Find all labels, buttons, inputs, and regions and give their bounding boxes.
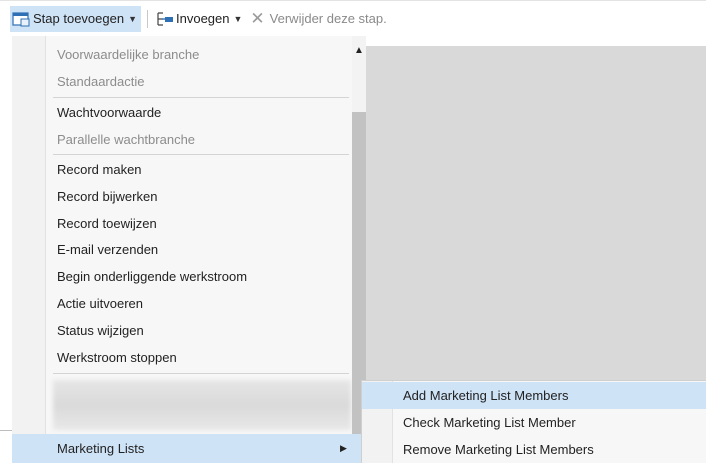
canvas-top-strip: [366, 36, 706, 46]
menu-item-create-record[interactable]: Record maken: [57, 156, 142, 183]
menu-item-change-status[interactable]: Status wijzigen: [57, 317, 144, 344]
menu-item-conditional-branch[interactable]: Voorwaardelijke branche: [57, 41, 199, 68]
insert-icon: [156, 11, 174, 27]
divider-line: [0, 430, 12, 431]
submenu-item-remove-members[interactable]: Remove Marketing List Members: [362, 436, 706, 463]
menu-item-send-email[interactable]: E-mail verzenden: [57, 236, 158, 263]
menu-item-start-child-workflow[interactable]: Begin onderliggende werkstroom: [57, 263, 247, 290]
delete-x-icon: ✕: [250, 8, 265, 28]
chevron-down-icon: ▼: [128, 13, 137, 24]
toolbar-separator: [147, 9, 148, 28]
scroll-up-arrow-icon[interactable]: ▲: [352, 44, 366, 58]
chevron-down-icon: ▼: [233, 13, 243, 24]
menu-divider: [53, 154, 349, 155]
toolbar: Stap toevoegen ▼ Invoegen ▼ ✕ Verwijder …: [0, 0, 706, 36]
menu-item-stop-workflow[interactable]: Werkstroom stoppen: [57, 344, 177, 371]
menu-item-update-record[interactable]: Record bijwerken: [57, 183, 157, 210]
delete-step-label: Verwijder deze stap.: [269, 11, 387, 26]
blurred-menu-items: [53, 380, 351, 430]
add-step-label: Stap toevoegen: [33, 11, 125, 26]
add-step-icon: [12, 11, 30, 27]
submenu-item-check-member[interactable]: Check Marketing List Member: [362, 409, 706, 436]
submenu-item-label: Add Marketing List Members: [403, 388, 569, 403]
delete-step-button[interactable]: ✕ Verwijder deze stap.: [246, 6, 390, 32]
add-step-button[interactable]: Stap toevoegen ▼: [10, 5, 141, 32]
menu-item-parallel-wait-branch[interactable]: Parallelle wachtbranche: [57, 126, 195, 153]
submenu-item-label: Remove Marketing List Members: [403, 442, 594, 457]
menu-item-marketing-lists-label: Marketing Lists: [57, 441, 145, 456]
submenu-item-add-members[interactable]: Add Marketing List Members: [362, 382, 706, 409]
insert-button[interactable]: Invoegen ▼: [152, 6, 246, 32]
menu-item-wait-condition[interactable]: Wachtvoorwaarde: [57, 99, 161, 126]
menu-item-default-action[interactable]: Standaardactie: [57, 68, 144, 95]
insert-label: Invoegen: [176, 11, 230, 26]
menu-item-assign-record[interactable]: Record toewijzen: [57, 210, 157, 237]
menu-divider: [53, 97, 349, 98]
menu-icon-gutter: [12, 36, 46, 434]
submenu-item-label: Check Marketing List Member: [403, 415, 576, 430]
menu-item-perform-action[interactable]: Actie uitvoeren: [57, 290, 143, 317]
menu-divider: [53, 373, 349, 374]
submenu-arrow-icon: ▶: [340, 443, 347, 453]
